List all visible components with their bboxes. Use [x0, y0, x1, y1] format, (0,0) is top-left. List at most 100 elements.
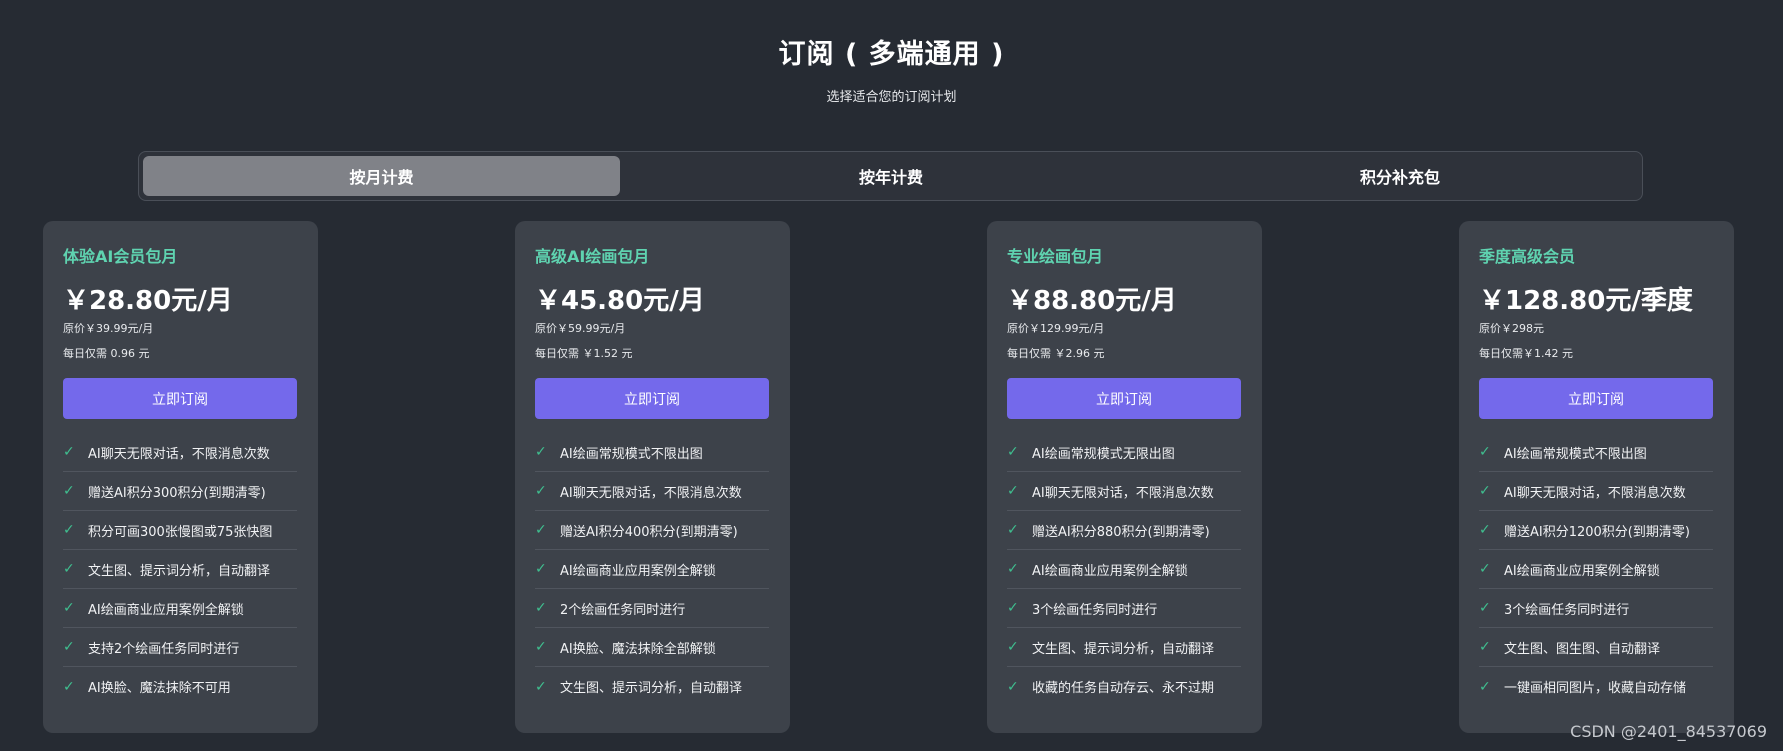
- feature-text: 2个绘画任务同时进行: [560, 602, 686, 618]
- plan-name: 体验AI会员包月: [63, 247, 178, 266]
- feature-text: 赠送AI积分400积分(到期清零): [560, 524, 738, 540]
- feature-text: AI换脸、魔法抹除不可用: [88, 681, 231, 696]
- list-item: ✓ 一键画相同图片，收藏自动存储: [1479, 667, 1713, 706]
- plan-name: 专业绘画包月: [1007, 247, 1104, 266]
- feature-text: AI聊天无限对话，不限消息次数: [88, 446, 270, 462]
- check-icon: ✓: [535, 639, 547, 655]
- list-item: ✓ 3个绘画任务同时进行: [1479, 589, 1713, 628]
- check-icon: ✓: [1479, 483, 1491, 499]
- list-item: ✓ 文生图、提示词分析，自动翻译: [63, 550, 297, 589]
- feature-text: AI绘画常规模式不限出图: [560, 446, 703, 462]
- check-icon: ✓: [1007, 522, 1019, 538]
- feature-list: ✓ AI聊天无限对话，不限消息次数 ✓ 赠送AI积分300积分(到期清零) ✓ 积分可画3…: [63, 433, 297, 706]
- original-price: 原价￥298元: [1479, 322, 1544, 335]
- list-item: ✓ 文生图、提示词分析，自动翻译: [535, 667, 769, 706]
- feature-text: AI绘画商业应用案例全解锁: [88, 602, 244, 618]
- list-item: ✓ AI绘画商业应用案例全解锁: [1479, 550, 1713, 589]
- list-item: ✓ 积分可画300张慢图或75张快图: [63, 511, 297, 550]
- check-icon: ✓: [63, 522, 75, 538]
- check-icon: ✓: [63, 600, 75, 616]
- list-item: ✓ 2个绘画任务同时进行: [535, 589, 769, 628]
- list-item: ✓ 赠送AI积分880积分(到期清零): [1007, 511, 1241, 550]
- feature-text: 积分可画300张慢图或75张快图: [88, 524, 273, 540]
- list-item: ✓ 收藏的任务自动存云、永不过期: [1007, 667, 1241, 706]
- daily-price: 每日仅需￥1.42 元: [1479, 347, 1573, 360]
- feature-text: AI聊天无限对话，不限消息次数: [1032, 485, 1214, 501]
- feature-text: 收藏的任务自动存云、永不过期: [1032, 681, 1215, 696]
- feature-text: 赠送AI积分1200积分(到期清零): [1504, 524, 1690, 540]
- plan-card: 专业绘画包月 ￥88.80元/月原价￥129.99元/月 每日仅需 ￥2.96 元立…: [987, 221, 1262, 733]
- tab-points-pack[interactable]: 积分补充包: [1162, 156, 1638, 196]
- list-item: ✓ AI聊天无限对话，不限消息次数: [1007, 472, 1241, 511]
- feature-text: 赠送AI积分300积分(到期清零): [88, 485, 266, 501]
- plan-card: 体验AI会员包月 ￥28.80元/月原价￥39.99元/月 每日仅需 0.96 元立…: [43, 221, 318, 733]
- check-icon: ✓: [63, 678, 75, 695]
- list-item: ✓ AI换脸、魔法抹除全部解锁: [535, 628, 769, 667]
- check-icon: ✓: [1479, 600, 1491, 616]
- check-icon: ✓: [535, 600, 547, 616]
- feature-text: AI换脸、魔法抹除全部解锁: [560, 641, 716, 657]
- plan-price: ￥128.80元/季度: [1479, 286, 1693, 316]
- list-item: ✓ 赠送AI积分400积分(到期清零): [535, 511, 769, 550]
- plan-price: ￥28.80元/月: [63, 286, 233, 316]
- daily-price: 每日仅需 ￥2.96 元: [1007, 347, 1105, 360]
- list-item: ✓ AI换脸、魔法抹除不可用: [63, 667, 297, 706]
- subscribe-button[interactable]: 立即订阅: [1479, 378, 1713, 419]
- check-icon: ✓: [1007, 483, 1019, 499]
- feature-text: 赠送AI积分880积分(到期清零): [1032, 524, 1210, 540]
- feature-text: AI绘画常规模式无限出图: [1032, 446, 1175, 462]
- check-icon: ✓: [535, 522, 547, 538]
- tab-yearly[interactable]: 按年计费: [620, 156, 1162, 196]
- feature-text: AI聊天无限对话，不限消息次数: [560, 485, 742, 501]
- check-icon: ✓: [1479, 522, 1491, 538]
- check-icon: ✓: [1007, 561, 1019, 577]
- check-icon: ✓: [535, 444, 547, 460]
- check-icon: ✓: [1007, 444, 1019, 460]
- plan-name: 高级AI绘画包月: [535, 247, 650, 266]
- feature-text: 支持2个绘画任务同时进行: [88, 641, 240, 657]
- feature-text: 3个绘画任务同时进行: [1504, 602, 1630, 618]
- list-item: ✓ AI绘画常规模式不限出图: [1479, 433, 1713, 472]
- daily-price: 每日仅需 0.96 元: [63, 347, 150, 360]
- check-icon: ✓: [63, 444, 75, 460]
- list-item: ✓ 3个绘画任务同时进行: [1007, 589, 1241, 628]
- page-subtitle: 选择适合您的订阅计划: [826, 90, 957, 105]
- original-price: 原价￥39.99元/月: [63, 322, 154, 335]
- tab-monthly[interactable]: 按月计费: [143, 156, 620, 196]
- list-item: ✓ AI聊天无限对话，不限消息次数: [535, 472, 769, 511]
- plan-cards: 体验AI会员包月 ￥28.80元/月原价￥39.99元/月 每日仅需 0.96 元立…: [0, 221, 1783, 733]
- feature-text: 文生图、图生图、自动翻译: [1504, 641, 1661, 657]
- check-icon: ✓: [63, 561, 75, 577]
- feature-list: ✓ AI绘画常规模式不限出图 ✓ AI聊天无限对话，不限消息次数 ✓ 赠送AI积分400积…: [535, 433, 769, 706]
- original-price: 原价￥129.99元/月: [1007, 322, 1105, 335]
- feature-text: 3个绘画任务同时进行: [1032, 602, 1158, 618]
- original-price: 原价￥59.99元/月: [535, 322, 626, 335]
- feature-text: AI绘画常规模式不限出图: [1504, 446, 1647, 462]
- plan-name: 季度高级会员: [1479, 247, 1576, 266]
- list-item: ✓ 支持2个绘画任务同时进行: [63, 628, 297, 667]
- list-item: ✓ AI绘画商业应用案例全解锁: [535, 550, 769, 589]
- subscribe-button[interactable]: 立即订阅: [535, 378, 769, 419]
- list-item: ✓ 赠送AI积分300积分(到期清零): [63, 472, 297, 511]
- list-item: ✓ AI绘画常规模式无限出图: [1007, 433, 1241, 472]
- subscribe-button[interactable]: 立即订阅: [1007, 378, 1241, 419]
- check-icon: ✓: [1479, 678, 1491, 695]
- list-item: ✓ 文生图、图生图、自动翻译: [1479, 628, 1713, 667]
- plan-price: ￥45.80元/月: [535, 286, 705, 316]
- feature-text: 一键画相同图片，收藏自动存储: [1504, 681, 1687, 696]
- feature-list: ✓ AI绘画常规模式无限出图 ✓ AI聊天无限对话，不限消息次数 ✓ 赠送AI积分880积…: [1007, 433, 1241, 706]
- check-icon: ✓: [1479, 444, 1491, 460]
- check-icon: ✓: [1479, 561, 1491, 577]
- list-item: ✓ AI绘画商业应用案例全解锁: [1007, 550, 1241, 589]
- check-icon: ✓: [535, 678, 547, 695]
- daily-price: 每日仅需 ￥1.52 元: [535, 347, 633, 360]
- list-item: ✓ AI绘画商业应用案例全解锁: [63, 589, 297, 628]
- check-icon: ✓: [535, 561, 547, 577]
- subscribe-button[interactable]: 立即订阅: [63, 378, 297, 419]
- plan-card: 季度高级会员 ￥128.80元/季度原价￥298元每日仅需￥1.42 元立即订阅 ✓…: [1459, 221, 1734, 733]
- check-icon: ✓: [1479, 639, 1491, 655]
- check-icon: ✓: [63, 639, 75, 655]
- plan-price: ￥88.80元/月: [1007, 286, 1177, 316]
- feature-text: AI绘画商业应用案例全解锁: [1504, 563, 1660, 579]
- page-title: 订阅 ( 多端通用 ): [778, 39, 1005, 70]
